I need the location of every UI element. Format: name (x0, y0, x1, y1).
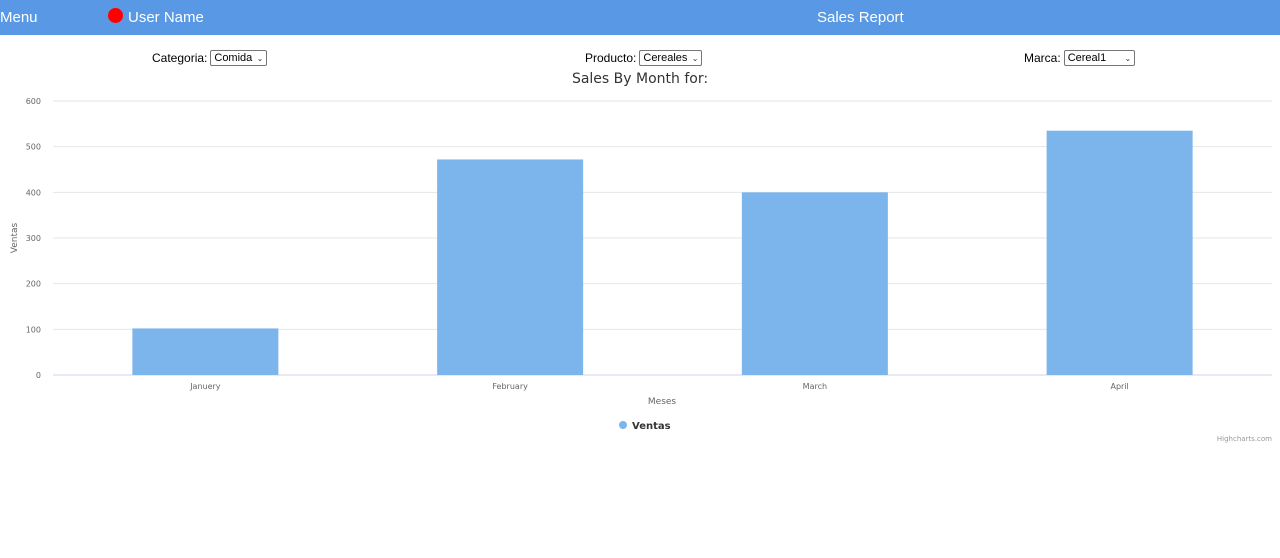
marca-filter: Marca: Cereal1 ⌄ (1024, 50, 1136, 66)
user-status-dot-icon (108, 8, 123, 23)
menu-button[interactable]: Menu (0, 9, 38, 26)
legend-marker-icon (619, 421, 627, 429)
user-name[interactable]: User Name (128, 9, 204, 26)
categoria-label: Categoria: (152, 51, 208, 65)
sales-chart: Sales By Month for: 0100200300400500600 … (10, 71, 1272, 443)
chart-legend[interactable]: Ventas (619, 421, 671, 432)
categoria-select[interactable]: Comida ⌄ (210, 50, 268, 66)
chevron-down-icon: ⌄ (691, 54, 699, 63)
chart-bars (132, 130, 1193, 375)
x-tick-label: March (803, 382, 827, 391)
producto-select[interactable]: Cereales ⌄ (639, 50, 703, 66)
x-axis-title: Meses (648, 397, 677, 407)
bar-march[interactable] (741, 192, 888, 375)
x-axis-ticks: Januery February March April (189, 382, 1129, 391)
top-bar: Menu User Name Sales Report (0, 0, 1280, 35)
page-title: Sales Report (817, 9, 904, 26)
categoria-select-value: Comida (214, 52, 253, 64)
marca-label: Marca: (1024, 51, 1061, 65)
y-tick-label: 0 (36, 371, 41, 380)
producto-filter: Producto: Cereales ⌄ (585, 50, 703, 66)
chevron-down-icon: ⌄ (256, 54, 264, 63)
x-tick-label: April (1110, 382, 1128, 391)
y-axis-title: Ventas (10, 222, 20, 253)
y-tick-label: 500 (26, 143, 41, 152)
y-tick-label: 400 (26, 188, 41, 197)
legend-item-ventas[interactable]: Ventas (632, 421, 671, 432)
chevron-down-icon: ⌄ (1124, 54, 1132, 63)
y-tick-label: 300 (26, 234, 41, 243)
y-tick-label: 200 (26, 280, 41, 289)
chart-credits[interactable]: Highcharts.com (1217, 435, 1272, 443)
bar-april[interactable] (1046, 130, 1193, 375)
categoria-filter: Categoria: Comida ⌄ (152, 50, 268, 66)
y-axis-ticks: 0 100 200 300 400 500 600 (26, 97, 41, 380)
chart-title: Sales By Month for: (572, 71, 708, 87)
y-tick-label: 100 (26, 325, 41, 334)
marca-select[interactable]: Cereal1 ⌄ (1063, 50, 1136, 66)
producto-label: Producto: (585, 51, 637, 65)
bar-february[interactable] (437, 159, 584, 375)
x-tick-label: Januery (189, 382, 221, 391)
producto-select-value: Cereales (643, 52, 688, 64)
bar-januery[interactable] (132, 328, 279, 375)
y-tick-label: 600 (26, 97, 41, 106)
x-tick-label: February (492, 382, 528, 391)
marca-select-value: Cereal1 (1067, 52, 1107, 64)
